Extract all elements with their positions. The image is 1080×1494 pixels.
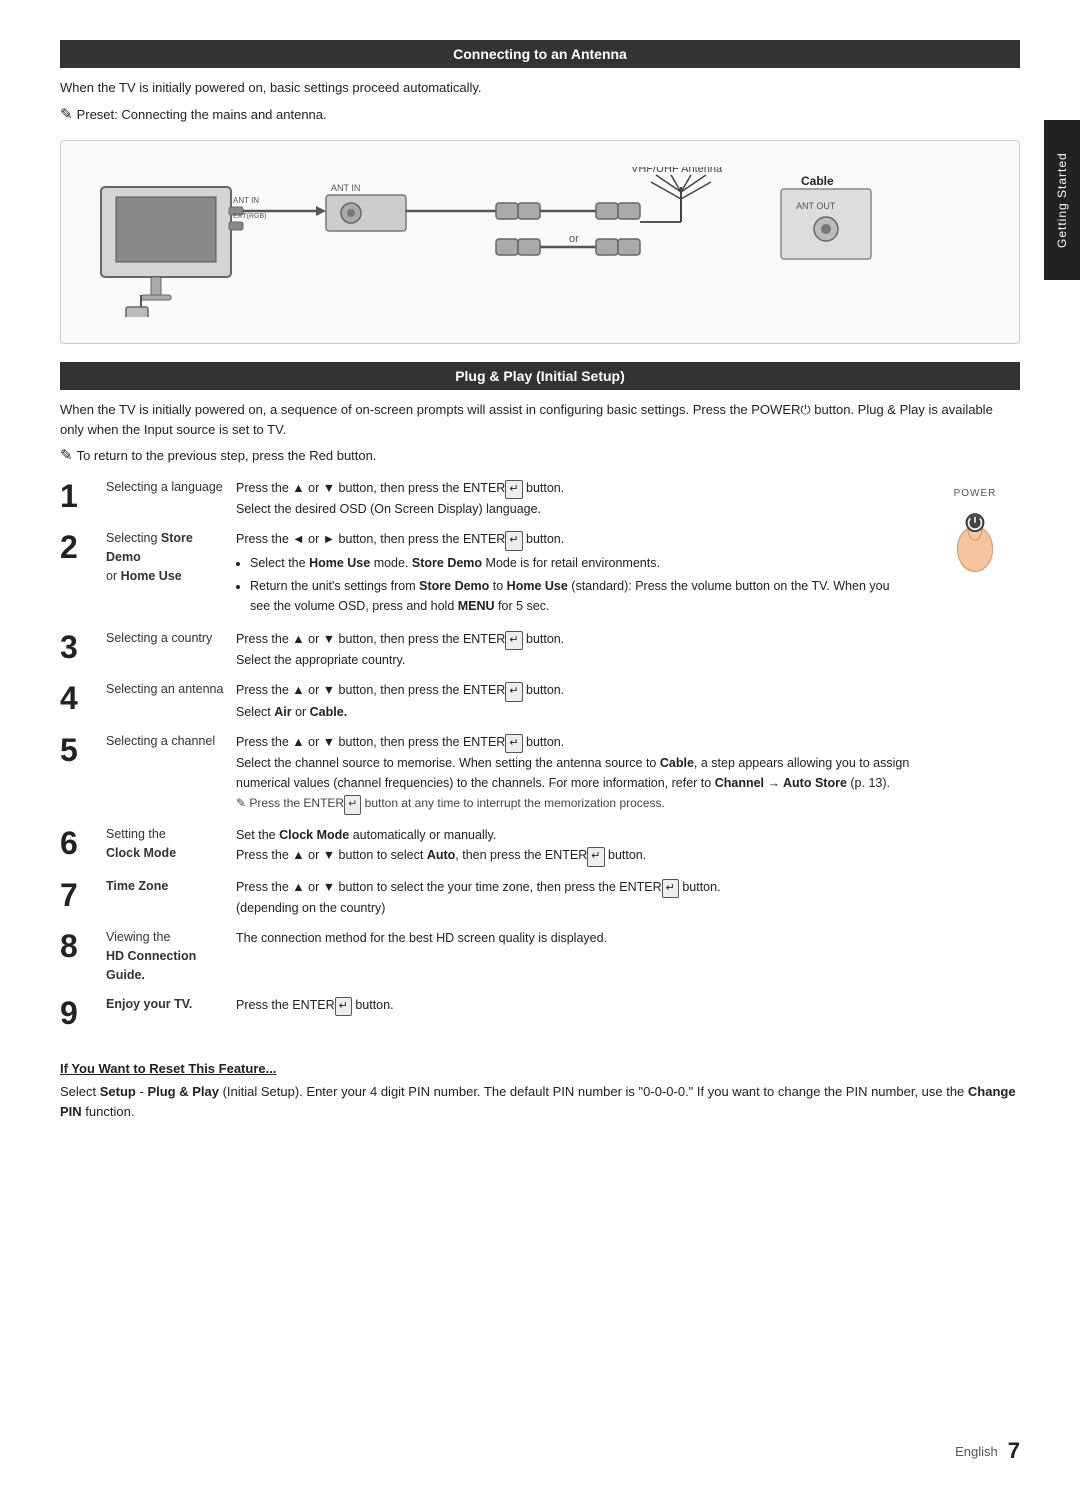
step-4-number: 4 — [60, 682, 96, 714]
side-tab-label: Getting Started — [1055, 152, 1069, 248]
step-5: 5 Selecting a channel Press the ▲ or ▼ b… — [60, 732, 910, 815]
plug-play-header: Plug & Play (Initial Setup) — [60, 362, 1020, 390]
diagram-svg: ANT IN EXT(RGB) Power Input ANT IN — [81, 157, 999, 327]
step-1-number: 1 — [60, 480, 96, 512]
antenna-diagram-svg: ANT IN EXT(RGB) Power Input ANT IN — [81, 167, 941, 317]
power-button-svg — [940, 505, 1010, 585]
svg-text:Cable: Cable — [801, 174, 834, 188]
step-9-number: 9 — [60, 997, 96, 1029]
reset-section: If You Want to Reset This Feature... Sel… — [60, 1061, 1020, 1124]
side-tab: Getting Started — [1044, 120, 1080, 280]
antenna-note: ✎Preset: Connecting the mains and antenn… — [60, 104, 1020, 127]
step-7-desc: Press the ▲ or ▼ button to select the yo… — [236, 877, 910, 919]
svg-text:ANT IN: ANT IN — [233, 196, 259, 205]
power-image-area: POWER — [930, 478, 1020, 1039]
page-number: 7 — [1008, 1438, 1020, 1464]
antenna-intro: When the TV is initially powered on, bas… — [60, 78, 1020, 98]
page-container: Getting Started Connecting to an Antenna… — [0, 0, 1080, 1494]
step-4: 4 Selecting an antenna Press the ▲ or ▼ … — [60, 680, 910, 722]
step-2-number: 2 — [60, 531, 96, 563]
step-9-label: Enjoy your TV. — [106, 995, 236, 1014]
step-8-number: 8 — [60, 930, 96, 962]
svg-text:ANT IN: ANT IN — [331, 183, 360, 193]
step-8-label: Viewing theHD Connection Guide. — [106, 928, 236, 984]
svg-text:or: or — [569, 233, 579, 245]
power-label: POWER — [954, 488, 997, 499]
antenna-section-header: Connecting to an Antenna — [60, 40, 1020, 68]
page-footer: English 7 — [955, 1438, 1020, 1464]
step-9: 9 Enjoy your TV. Press the ENTER↵ button… — [60, 995, 910, 1029]
plug-play-note: ✎To return to the previous step, press t… — [60, 445, 1020, 468]
plug-play-intro: When the TV is initially powered on, a s… — [60, 400, 1020, 439]
step-1-label: Selecting a language — [106, 478, 236, 497]
step-6-label: Setting theClock Mode — [106, 825, 236, 863]
svg-text:VHF/UHF Antenna: VHF/UHF Antenna — [631, 167, 723, 175]
step-3-number: 3 — [60, 631, 96, 663]
step-1-desc: Press the ▲ or ▼ button, then press the … — [236, 478, 910, 520]
step-2-label: Selecting Store Demoor Home Use — [106, 529, 236, 585]
step-6-desc: Set the Clock Mode automatically or manu… — [236, 825, 910, 867]
step-7-label: Time Zone — [106, 877, 236, 896]
step-2: 2 Selecting Store Demoor Home Use Press … — [60, 529, 910, 619]
antenna-diagram: ANT IN EXT(RGB) Power Input ANT IN — [60, 140, 1020, 344]
step-4-label: Selecting an antenna — [106, 680, 236, 699]
step-3: 3 Selecting a country Press the ▲ or ▼ b… — [60, 629, 910, 671]
step-6: 6 Setting theClock Mode Set the Clock Mo… — [60, 825, 910, 867]
step-6-number: 6 — [60, 827, 96, 859]
steps-section: 1 Selecting a language Press the ▲ or ▼ … — [60, 478, 1020, 1039]
step-5-label: Selecting a channel — [106, 732, 236, 751]
step-4-desc: Press the ▲ or ▼ button, then press the … — [236, 680, 910, 722]
step-2-desc: Press the ◄ or ► button, then press the … — [236, 529, 910, 619]
step-3-desc: Press the ▲ or ▼ button, then press the … — [236, 629, 910, 671]
step-8: 8 Viewing theHD Connection Guide. The co… — [60, 928, 910, 984]
reset-header: If You Want to Reset This Feature... — [60, 1061, 1020, 1076]
step-9-desc: Press the ENTER↵ button. — [236, 995, 910, 1017]
reset-text: Select Setup - Plug & Play (Initial Setu… — [60, 1082, 1020, 1124]
step-1: 1 Selecting a language Press the ▲ or ▼ … — [60, 478, 910, 520]
step-7: 7 Time Zone Press the ▲ or ▼ button to s… — [60, 877, 910, 919]
footer-lang: English — [955, 1444, 998, 1459]
step-8-desc: The connection method for the best HD sc… — [236, 928, 910, 948]
svg-text:ANT OUT: ANT OUT — [796, 201, 836, 211]
step-5-number: 5 — [60, 734, 96, 766]
steps-table: 1 Selecting a language Press the ▲ or ▼ … — [60, 478, 910, 1039]
step-7-number: 7 — [60, 879, 96, 911]
step-5-desc: Press the ▲ or ▼ button, then press the … — [236, 732, 910, 815]
svg-text:EXT(RGB): EXT(RGB) — [233, 213, 266, 220]
step-3-label: Selecting a country — [106, 629, 236, 648]
